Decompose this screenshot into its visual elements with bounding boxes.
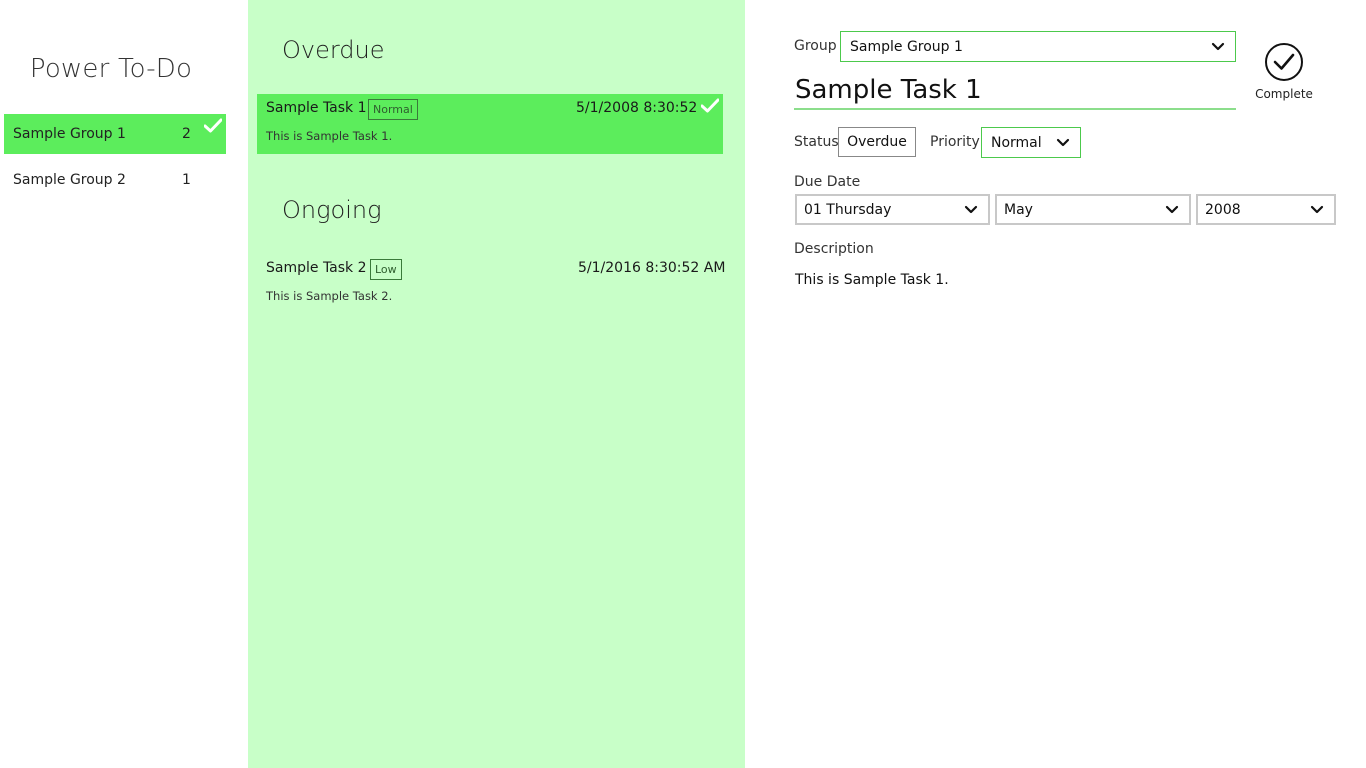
priority-select[interactable]: Normal bbox=[981, 127, 1081, 158]
task-item-sample-task-1[interactable]: Sample Task 1 Normal 5/1/2008 8:30:52 AM… bbox=[257, 94, 723, 154]
group-count: 2 bbox=[182, 126, 191, 142]
complete-label: Complete bbox=[1255, 87, 1313, 101]
group-select[interactable]: Sample Group 1 bbox=[840, 31, 1236, 62]
task-description: This is Sample Task 1. bbox=[266, 129, 393, 143]
section-header-overdue: Overdue bbox=[282, 36, 385, 64]
task-name-input[interactable] bbox=[794, 72, 1236, 110]
group-item-sample-group-1[interactable]: Sample Group 1 2 bbox=[4, 114, 226, 154]
description-label: Description bbox=[794, 241, 874, 257]
task-priority-badge: Low bbox=[370, 259, 402, 280]
priority-select-value: Normal bbox=[991, 134, 1042, 151]
status-value-box: Overdue bbox=[838, 127, 916, 157]
task-priority-badge: Normal bbox=[368, 99, 418, 120]
status-value: Overdue bbox=[847, 134, 907, 150]
complete-circle-check-icon bbox=[1265, 43, 1303, 81]
description-textbox[interactable]: This is Sample Task 1. bbox=[795, 272, 949, 288]
task-description: This is Sample Task 2. bbox=[266, 289, 393, 303]
group-field-label: Group bbox=[794, 38, 837, 54]
group-item-sample-group-2[interactable]: Sample Group 2 1 bbox=[4, 160, 226, 200]
priority-label: Priority bbox=[930, 134, 980, 150]
task-item-sample-task-2[interactable]: Sample Task 2 Low 5/1/2016 8:30:52 AM Th… bbox=[257, 254, 726, 314]
tasks-pane: Overdue Sample Task 1 Normal 5/1/2008 8:… bbox=[248, 0, 745, 768]
check-icon bbox=[204, 118, 222, 133]
due-date-label: Due Date bbox=[794, 174, 861, 190]
group-label: Sample Group 2 bbox=[13, 172, 126, 188]
chevron-down-icon bbox=[1310, 205, 1324, 213]
task-due-date: 5/1/2008 8:30:52 AM bbox=[576, 100, 702, 116]
chevron-down-icon bbox=[964, 205, 978, 213]
detail-pane: Group Sample Group 1 Complete Status Ove… bbox=[745, 0, 1366, 768]
section-header-ongoing: Ongoing bbox=[282, 196, 382, 224]
group-select-value: Sample Group 1 bbox=[850, 38, 963, 55]
due-year-value: 2008 bbox=[1205, 201, 1241, 218]
app-title: Power To-Do bbox=[29, 54, 193, 84]
chevron-down-icon bbox=[1165, 205, 1179, 213]
due-day-value: 01 Thursday bbox=[804, 201, 892, 218]
group-count: 1 bbox=[182, 172, 191, 188]
due-month-select[interactable]: May bbox=[995, 194, 1191, 225]
task-title: Sample Task 2 bbox=[266, 260, 367, 276]
status-label: Status bbox=[794, 134, 839, 150]
groups-pane: Power To-Do Sample Group 1 2 Sample Grou… bbox=[0, 0, 248, 768]
due-day-select[interactable]: 01 Thursday bbox=[795, 194, 990, 225]
complete-button[interactable]: Complete bbox=[1251, 42, 1317, 106]
chevron-down-icon bbox=[1056, 138, 1070, 146]
chevron-down-icon bbox=[1211, 42, 1225, 50]
group-label: Sample Group 1 bbox=[13, 126, 126, 142]
due-year-select[interactable]: 2008 bbox=[1196, 194, 1336, 225]
check-icon bbox=[701, 98, 719, 113]
due-month-value: May bbox=[1004, 201, 1033, 218]
task-due-date: 5/1/2016 8:30:52 AM bbox=[578, 260, 726, 276]
task-title: Sample Task 1 bbox=[266, 100, 367, 116]
